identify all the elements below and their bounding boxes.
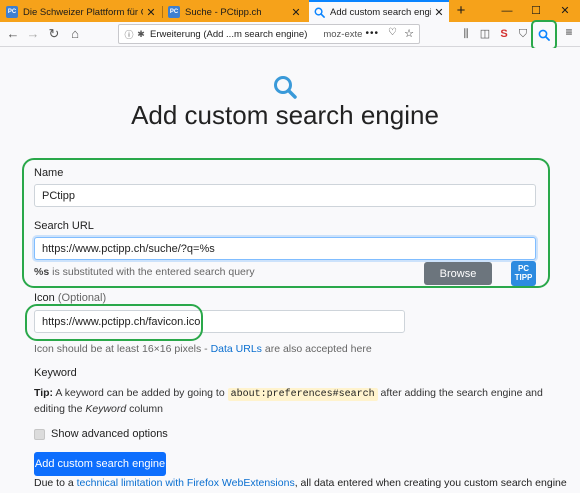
- data-urls-link[interactable]: Data URLs: [211, 343, 262, 355]
- pctipp-favicon-icon: PC: [168, 6, 180, 18]
- optional-label: (Optional): [57, 292, 107, 304]
- search-url-input[interactable]: https://www.pctipp.ch/suche/?q=%s: [34, 237, 536, 260]
- tip-text-3: column: [126, 403, 163, 415]
- search-url-label: Search URL: [34, 220, 94, 232]
- tab-separator: [162, 6, 163, 18]
- url-text: moz-exte: [323, 28, 363, 40]
- page-title: Add custom search engine: [131, 100, 439, 130]
- icon-label: Icon (Optional): [34, 292, 106, 304]
- extension-s-icon[interactable]: S: [496, 25, 512, 43]
- search-icon: [313, 6, 325, 18]
- pctipp-favicon-icon: PC: [6, 6, 18, 18]
- tip-label: Tip:: [34, 387, 54, 399]
- advanced-options-checkbox[interactable]: Show advanced options: [34, 428, 168, 440]
- search-icon: [274, 76, 297, 99]
- tab-add-custom-search-engine[interactable]: Add custom search engine ✕: [309, 0, 449, 22]
- search-url-hint: %s is substituted with the entered searc…: [34, 266, 255, 278]
- tab-title: Die Schweizer Plattform für Co: [23, 6, 143, 18]
- back-arrow-icon[interactable]: ←: [4, 25, 22, 43]
- footer-text-2: , all data entered when creating you cus…: [294, 477, 567, 489]
- close-window-button[interactable]: ✕: [550, 2, 580, 20]
- url-bar[interactable]: ⓘ ✱ Erweiterung (Add ...m search engine)…: [118, 24, 420, 44]
- highlight-icon-url-box: [25, 304, 203, 341]
- url-identity-label: Erweiterung (Add ...m search engine): [150, 28, 308, 40]
- preferences-code: about:preferences#search: [227, 388, 378, 401]
- browse-button[interactable]: Browse: [424, 262, 492, 285]
- forward-arrow-icon[interactable]: →: [24, 25, 42, 43]
- icon-hint-text: Icon should be at least 16×16 pixels -: [34, 343, 211, 355]
- sidebar-icon[interactable]: ◫: [477, 25, 493, 43]
- tab-pctipp-search[interactable]: PC Suche - PCtipp.ch ✕: [164, 2, 306, 22]
- pocket-icon[interactable]: ♡: [388, 27, 397, 38]
- search-icon: [538, 29, 550, 41]
- tip-text-1: A keyword can be added by going to: [53, 387, 228, 399]
- tab-pctipp-home[interactable]: PC Die Schweizer Plattform für Co ✕: [2, 2, 161, 22]
- hint-text: is substituted with the entered search q…: [49, 266, 255, 278]
- bookmark-star-icon[interactable]: ☆: [404, 27, 414, 40]
- navigation-toolbar: ← → ↻ ⌂ ⓘ ✱ Erweiterung (Add ...m search…: [0, 22, 580, 47]
- logo-line1: PC: [517, 264, 530, 273]
- home-icon[interactable]: ⌂: [66, 25, 84, 43]
- pctipp-icon-preview: PC TIPP: [511, 261, 536, 286]
- keyword-tip: Tip: A keyword can be added by going to …: [34, 386, 544, 417]
- maximize-button[interactable]: ☐: [521, 2, 551, 20]
- hamburger-menu-icon[interactable]: ≡: [562, 25, 576, 39]
- footer-note: Due to a technical limitation with Firef…: [34, 477, 574, 489]
- page-actions-menu-icon[interactable]: •••: [365, 28, 379, 39]
- info-icon[interactable]: ⓘ: [123, 28, 135, 41]
- shield-icon[interactable]: ⛉: [515, 25, 531, 43]
- name-label: Name: [34, 167, 64, 179]
- technical-limitation-link[interactable]: technical limitation with Firefox WebExt…: [77, 477, 295, 489]
- add-search-engine-button[interactable]: Add custom search engine: [34, 452, 166, 476]
- new-tab-button[interactable]: +: [453, 2, 469, 20]
- tab-title: Suche - PCtipp.ch: [185, 6, 262, 18]
- footer-text-1: Due to a: [34, 477, 77, 489]
- checkbox-box[interactable]: [34, 428, 45, 440]
- keyword-label: Keyword: [34, 367, 77, 379]
- library-icon[interactable]: ⫼: [458, 25, 474, 43]
- name-input[interactable]: PCtipp: [34, 184, 536, 207]
- icon-hint: Icon should be at least 16×16 pixels - D…: [34, 343, 372, 355]
- extension-puzzle-icon: ✱: [137, 28, 145, 39]
- logo-line2: TIPP: [514, 273, 533, 282]
- close-tab-icon[interactable]: ✕: [290, 6, 302, 19]
- icon-label-text: Icon: [34, 292, 55, 304]
- tab-bar: PC Die Schweizer Plattform für Co ✕ PC S…: [0, 0, 580, 22]
- search-engine-extension-button[interactable]: [531, 20, 557, 50]
- minimize-button[interactable]: —: [492, 2, 522, 20]
- placeholder-token: %s: [34, 266, 50, 278]
- keyword-em: Keyword: [85, 403, 127, 415]
- icon-hint-end: are also accepted here: [261, 343, 372, 355]
- close-tab-icon[interactable]: ✕: [433, 6, 445, 19]
- reload-icon[interactable]: ↻: [45, 25, 63, 43]
- tab-title: Add custom search engine: [330, 6, 431, 18]
- close-tab-icon[interactable]: ✕: [145, 6, 157, 19]
- advanced-options-label: Show advanced options: [51, 428, 168, 440]
